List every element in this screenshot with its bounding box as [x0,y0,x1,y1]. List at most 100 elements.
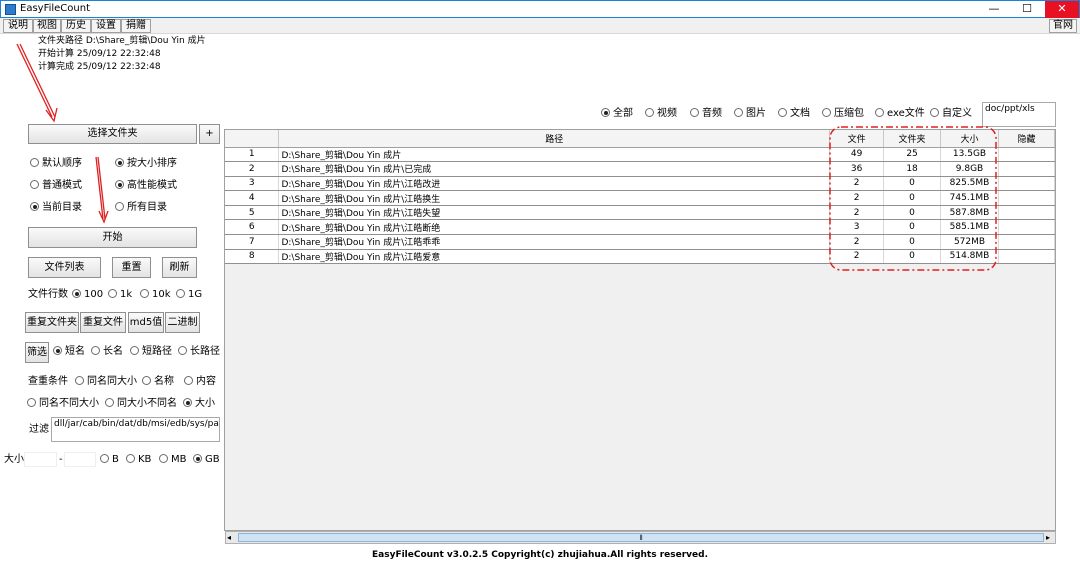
file-list-button[interactable]: 文件列表 [28,257,101,278]
cell-files: 2 [829,176,885,192]
cell-index: 5 [225,205,280,221]
radio-label: 内容 [196,376,216,387]
table-row[interactable]: 7 D:\Share_剪辑\Dou Yin 成片\江皓乖乖 2 0 572MB [225,234,1055,250]
menu-view[interactable]: 视图 [33,19,61,33]
column-header-files[interactable]: 文件 [829,130,885,148]
mode-normal-radio[interactable]: 普通模式 [30,179,82,193]
mode-performance-radio[interactable]: 高性能模式 [115,179,177,193]
sort-size-radio[interactable]: 按大小排序 [115,157,177,171]
content-radio[interactable]: 内容 [184,375,216,389]
duplicate-file-button[interactable]: 重复文件 [80,312,126,333]
horizontal-scrollbar[interactable]: ◂ ⦀ ▸ [225,531,1056,544]
column-header-index[interactable] [225,130,280,148]
table-row[interactable]: 2 D:\Share_剪辑\Dou Yin 成片\已完成 36 18 9.8GB [225,161,1055,177]
type-image-radio[interactable]: 图片 [734,107,766,121]
table-row[interactable]: 6 D:\Share_剪辑\Dou Yin 成片\江皓断绝 3 0 585.1MB [225,219,1055,236]
close-button[interactable]: ✕ [1045,1,1079,18]
unit-kb-radio[interactable]: KB [126,453,151,467]
menu-help[interactable]: 说明 [3,19,33,33]
app-icon [5,4,16,15]
menu-donate[interactable]: 捐赠 [121,19,151,33]
type-all-radio[interactable]: 全部 [601,107,633,121]
binary-button[interactable]: 二进制 [165,312,200,333]
table-row[interactable]: 8 D:\Share_剪辑\Dou Yin 成片\江皓爱意 2 0 514.8MB [225,249,1055,265]
end-time-info: 计算完成 25/09/12 22:32:48 [38,62,161,72]
dir-current-radio[interactable]: 当前目录 [30,201,82,215]
radio-label: 当前目录 [42,202,82,213]
same-name-size-radio[interactable]: 同名同大小 [75,375,137,389]
type-audio-radio[interactable]: 音频 [690,107,722,121]
radio-circle [100,454,109,463]
column-header-hidden[interactable]: 隐藏 [998,130,1055,148]
rows-100-radio[interactable]: 100 [72,288,103,302]
sort-default-radio[interactable]: 默认顺序 [30,157,82,171]
radio-circle [184,376,193,385]
select-folder-button[interactable]: 选择文件夹 [28,124,197,144]
cell-size: 825.5MB [940,176,999,192]
minimize-button[interactable]: — [979,1,1009,18]
table-row[interactable]: 4 D:\Share_剪辑\Dou Yin 成片\江皓换生 2 0 745.1MB [225,190,1055,206]
scroll-thumb[interactable]: ⦀ [238,533,1044,542]
radio-circle [30,180,39,189]
long-path-radio[interactable]: 长路径 [178,345,220,359]
radio-circle [183,398,192,407]
radio-circle [176,289,185,298]
folder-path-info: 文件夹路径 D:\Share_剪辑\Dou Yin 成片 [38,36,206,46]
website-button[interactable]: 官网 [1049,19,1077,33]
dup-condition-label: 查重条件 [28,376,68,387]
dir-all-radio[interactable]: 所有目录 [115,201,167,215]
name-radio[interactable]: 名称 [142,375,174,389]
filter-extensions-field[interactable]: dll/jar/cab/bin/dat/db/msi/edb/sys/pak/j… [51,417,220,442]
type-doc-radio[interactable]: 文档 [778,107,810,121]
cell-files: 2 [829,190,885,206]
unit-mb-radio[interactable]: MB [159,453,187,467]
type-archive-radio[interactable]: 压缩包 [822,107,864,121]
type-exe-radio[interactable]: exe文件 [875,107,925,121]
rows-1k-radio[interactable]: 1k [108,288,132,302]
menu-settings[interactable]: 设置 [91,19,121,33]
duplicate-folder-button[interactable]: 重复文件夹 [25,312,79,333]
rows-10k-radio[interactable]: 10k [140,288,171,302]
type-video-radio[interactable]: 视频 [645,107,677,121]
unit-b-radio[interactable]: B [100,453,119,467]
table-row[interactable]: 1 D:\Share_剪辑\Dou Yin 成片 49 25 13.5GB [225,147,1055,163]
column-header-size[interactable]: 大小 [940,130,999,148]
scroll-left-arrow-icon[interactable]: ◂ [227,532,231,543]
cell-path: D:\Share_剪辑\Dou Yin 成片\江皓断绝 [278,219,831,236]
start-button[interactable]: 开始 [28,227,197,248]
same-size-diff-name-radio[interactable]: 同大小不同名 [105,397,177,411]
refresh-button[interactable]: 刷新 [162,257,197,278]
unit-gb-radio[interactable]: GB [193,453,220,467]
rows-1g-radio[interactable]: 1G [176,288,202,302]
radio-circle [142,376,151,385]
reset-button[interactable]: 重置 [112,257,151,278]
type-custom-radio[interactable]: 自定义 [930,107,972,121]
cell-folders: 0 [883,249,942,265]
menu-history[interactable]: 历史 [61,19,91,33]
md5-button[interactable]: md5值 [128,312,164,333]
add-folder-button[interactable]: + [199,124,220,144]
custom-ext-field[interactable]: doc/ppt/xls [982,102,1056,127]
radio-label: 高性能模式 [127,180,177,191]
short-name-radio[interactable]: 短名 [53,345,85,359]
radio-circle [115,180,124,189]
scroll-right-arrow-icon[interactable]: ▸ [1046,532,1050,543]
size-radio[interactable]: 大小 [183,397,215,411]
table-row[interactable]: 5 D:\Share_剪辑\Dou Yin 成片\江皓失望 2 0 587.8MB [225,205,1055,221]
radio-label: 同名同大小 [87,376,137,387]
radio-label: 全部 [613,108,633,119]
column-header-folders[interactable]: 文件夹 [883,130,942,148]
long-name-radio[interactable]: 长名 [91,345,123,359]
radio-circle [130,346,139,355]
same-name-diff-size-radio[interactable]: 同名不同大小 [27,397,99,411]
radio-circle [601,108,610,117]
cell-size: 13.5GB [940,147,999,163]
maximize-button[interactable]: ☐ [1011,1,1043,18]
size-min-input[interactable] [24,452,57,467]
table-row[interactable]: 3 D:\Share_剪辑\Dou Yin 成片\江皓改进 2 0 825.5MB [225,176,1055,192]
column-header-path[interactable]: 路径 [278,130,831,148]
cell-path: D:\Share_剪辑\Dou Yin 成片\江皓乖乖 [278,234,831,250]
size-max-input[interactable] [64,452,96,467]
filter-button[interactable]: 筛选 [25,342,49,363]
short-path-radio[interactable]: 短路径 [130,345,172,359]
